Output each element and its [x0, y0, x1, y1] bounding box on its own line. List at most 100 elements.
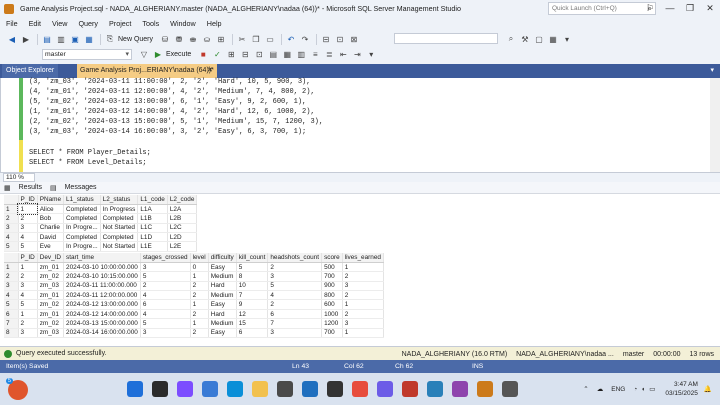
- table-cell[interactable]: 700: [321, 271, 343, 282]
- table-cell[interactable]: 3: [140, 262, 191, 273]
- row-number[interactable]: 4: [4, 290, 19, 301]
- table-cell[interactable]: 2: [342, 309, 384, 320]
- table-cell[interactable]: Not Started: [100, 223, 139, 234]
- file-explorer-icon[interactable]: [252, 381, 268, 397]
- table-cell[interactable]: 2: [18, 318, 38, 329]
- table-row[interactable]: 8 3 zm_03 2024-03-14 16:00:00.000 3 2 Easy 6 3 70…: [4, 328, 384, 339]
- dax-icon[interactable]: ⊞: [215, 33, 227, 45]
- battery-icon[interactable]: ▭: [649, 385, 655, 393]
- xmla-icon[interactable]: ⛀: [201, 33, 213, 45]
- app-icon-6[interactable]: [502, 381, 518, 397]
- clock[interactable]: 3:47 AM 03/15/2025: [665, 380, 698, 398]
- menu-edit[interactable]: Edit: [29, 19, 41, 28]
- table-cell[interactable]: Medium: [208, 290, 237, 301]
- close-button[interactable]: ✕: [700, 0, 720, 17]
- table-cell[interactable]: 5: [236, 262, 269, 273]
- table-row[interactable]: 4 4 David Completed Completed L1D L2D: [4, 232, 198, 243]
- table-cell[interactable]: Easy: [208, 262, 237, 273]
- table-cell[interactable]: L1A: [137, 204, 168, 215]
- player_table-column-header[interactable]: P_ID: [18, 195, 38, 205]
- table-cell[interactable]: 2: [190, 290, 209, 301]
- language-indicator[interactable]: ENG: [611, 386, 625, 393]
- table-cell[interactable]: 2: [190, 328, 209, 339]
- weather-widget[interactable]: 5: [6, 378, 28, 400]
- query-editor[interactable]: (3, 'zm_03', '2024-03-11 11:00:00', 2, '…: [0, 78, 720, 172]
- edge-icon[interactable]: [227, 381, 243, 397]
- table-cell[interactable]: 3: [18, 223, 38, 234]
- level_table-column-header[interactable]: P_ID: [18, 253, 38, 263]
- table-cell[interactable]: 1: [190, 299, 209, 310]
- display-plan-icon[interactable]: ⊞: [225, 49, 237, 61]
- save-all-icon[interactable]: ▦: [83, 33, 95, 45]
- row-number[interactable]: 2: [4, 271, 19, 282]
- table-cell[interactable]: Charlie: [37, 223, 65, 234]
- copy-icon[interactable]: ❐: [250, 33, 262, 45]
- table-cell[interactable]: 1200: [321, 318, 343, 329]
- level_table-column-header[interactable]: start_time: [63, 253, 141, 263]
- vscode-icon[interactable]: [302, 381, 318, 397]
- menu-query[interactable]: Query: [78, 19, 98, 28]
- table-cell[interactable]: 2024-03-11 12:00:00.000: [63, 290, 141, 301]
- chevron-up-icon[interactable]: ⌃: [583, 385, 588, 393]
- find-icon[interactable]: ⌕: [505, 33, 517, 45]
- table-row[interactable]: 1 1 Alice Completed In Progress L1A L2A: [4, 203, 198, 215]
- row-number[interactable]: 5: [4, 299, 19, 310]
- row-number[interactable]: 1: [4, 262, 19, 273]
- save-icon[interactable]: ▣: [69, 33, 81, 45]
- copilot-icon[interactable]: [177, 381, 193, 397]
- properties-icon[interactable]: ⊠: [348, 33, 360, 45]
- cut-icon[interactable]: ✂: [236, 33, 248, 45]
- notification-bell-icon[interactable]: 🔔: [704, 385, 712, 393]
- minimize-button[interactable]: —: [660, 0, 680, 17]
- table-cell[interactable]: 5: [267, 281, 323, 292]
- menu-file[interactable]: File: [6, 19, 18, 28]
- table-cell[interactable]: Completed: [63, 232, 101, 243]
- table-cell[interactable]: L1E: [137, 241, 168, 252]
- row-number[interactable]: 2: [4, 213, 19, 224]
- zoom-select[interactable]: 110 %: [3, 173, 35, 182]
- wrench-icon[interactable]: ⚒: [519, 33, 531, 45]
- table-cell[interactable]: zm_03: [37, 328, 65, 339]
- volume-icon[interactable]: ◖: [641, 386, 645, 393]
- table-cell[interactable]: 2: [342, 290, 384, 301]
- activity-monitor-icon[interactable]: ⊡: [334, 33, 346, 45]
- ssms-taskbar-icon[interactable]: [477, 381, 493, 397]
- stop-icon[interactable]: ■: [197, 49, 209, 61]
- table-cell[interactable]: 9: [236, 299, 269, 310]
- table-cell[interactable]: 2: [342, 271, 384, 282]
- level-details-grid[interactable]: P_ID Dev_ID start_time stages_crossed level d…: [4, 253, 384, 339]
- table-row[interactable]: 3 3 Charlie In Progre... Not Started L1C L2C: [4, 223, 198, 234]
- results-to-grid-icon[interactable]: ▦: [281, 49, 293, 61]
- specify-values-icon[interactable]: ▾: [365, 49, 377, 61]
- table-cell[interactable]: In Progre...: [63, 241, 101, 252]
- player_table-column-header[interactable]: L2_status: [100, 195, 139, 205]
- table-cell[interactable]: 3: [342, 318, 384, 329]
- table-cell[interactable]: Not Started: [100, 241, 139, 252]
- cloud-icon[interactable]: ☁: [597, 385, 604, 393]
- menu-tools[interactable]: Tools: [142, 19, 159, 28]
- table-cell[interactable]: L2C: [167, 223, 198, 234]
- forward-icon[interactable]: ▶: [20, 33, 32, 45]
- table-cell[interactable]: Alice: [37, 204, 65, 215]
- editor-scrollbar[interactable]: [710, 78, 720, 172]
- table-cell[interactable]: Completed: [63, 213, 101, 224]
- table-row[interactable]: 5 5 zm_02 2024-03-12 13:00:00.000 6 1 Easy 9 2 60…: [4, 299, 384, 310]
- player-details-grid[interactable]: P_ID PName L1_status L2_status L1_code L2_cod…: [4, 195, 198, 252]
- menu-window[interactable]: Window: [170, 19, 196, 28]
- table-cell[interactable]: L1C: [137, 223, 168, 234]
- results-to-file-icon[interactable]: ▥: [295, 49, 307, 61]
- table-cell[interactable]: 2024-03-12 14:00:00.000: [63, 309, 141, 320]
- table-cell[interactable]: Completed: [100, 213, 139, 224]
- table-cell[interactable]: 4: [140, 290, 191, 301]
- table-cell[interactable]: 3: [267, 271, 323, 282]
- table-cell[interactable]: 1: [342, 299, 384, 310]
- table-cell[interactable]: 2: [140, 281, 191, 292]
- table-cell[interactable]: Medium: [208, 318, 237, 329]
- table-cell[interactable]: 1: [342, 328, 384, 339]
- results-to-text-icon[interactable]: ▤: [267, 49, 279, 61]
- task-view-icon[interactable]: [152, 381, 168, 397]
- table-cell[interactable]: 3: [267, 328, 323, 339]
- table-cell[interactable]: 4: [267, 290, 323, 301]
- tab-messages[interactable]: Messages: [65, 184, 97, 191]
- table-cell[interactable]: 2: [18, 271, 38, 282]
